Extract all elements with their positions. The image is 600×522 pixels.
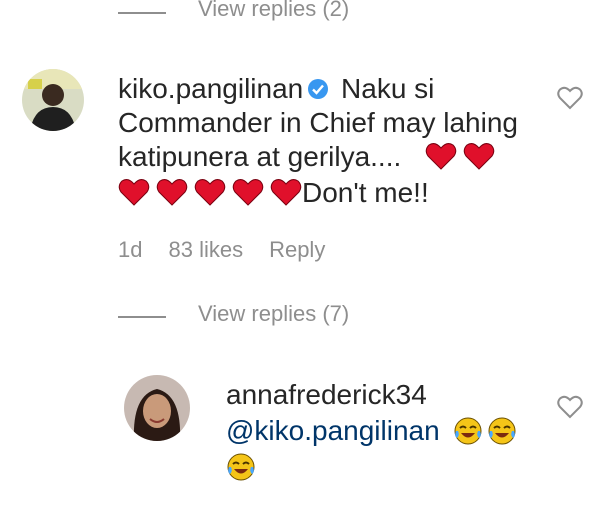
tears-of-joy-emoji-icon [453, 416, 483, 446]
comment-text-2: Commander in Chief may lahing [118, 107, 518, 138]
reply-body: annafrederick34 @kiko.pangilinan [226, 378, 546, 484]
avatar-kiko[interactable] [22, 69, 84, 131]
view-replies-top[interactable]: View replies (2) [198, 0, 349, 22]
comment-likes[interactable]: 83 likes [168, 237, 243, 262]
verified-badge-icon [307, 74, 329, 99]
view-replies-line [118, 12, 166, 14]
comment-time: 1d [118, 237, 143, 262]
view-replies-button[interactable]: View replies (7) [198, 301, 349, 327]
reply-line-2: @kiko.pangilinan [226, 414, 546, 448]
comment-text-1: Naku si [341, 73, 435, 104]
comment-line-3: katipunera at gerilya.... [118, 140, 558, 174]
heart-emoji-icon [156, 178, 188, 206]
heart-emoji-icon [270, 178, 302, 206]
reply-username[interactable]: annafrederick34 [226, 378, 546, 412]
comment-meta: 1d 83 likes Reply [118, 237, 351, 263]
avatar-anna[interactable] [124, 375, 190, 441]
heart-emoji-icon [425, 142, 457, 170]
view-replies-line [118, 316, 166, 318]
comment-text-4: Don't me!! [302, 177, 429, 208]
comment-line-1: kiko.pangilinan Naku si [118, 72, 558, 106]
tears-of-joy-emoji-icon [226, 452, 256, 482]
heart-emoji-icon [118, 178, 150, 206]
reply-button[interactable]: Reply [269, 237, 325, 262]
comment-username[interactable]: kiko.pangilinan [118, 73, 303, 104]
comment-text-3: katipunera at gerilya.... [118, 141, 402, 172]
reply-line-3 [226, 450, 546, 484]
like-heart-icon[interactable] [557, 395, 583, 419]
heart-emoji-icon [194, 178, 226, 206]
comment-line-4: Don't me!! [118, 176, 558, 210]
like-heart-icon[interactable] [557, 86, 583, 110]
reply-mention[interactable]: @kiko.pangilinan [226, 415, 440, 446]
comment-body: kiko.pangilinan Naku si Commander in Chi… [118, 72, 558, 210]
heart-emoji-icon [463, 142, 495, 170]
heart-emoji-icon [232, 178, 264, 206]
tears-of-joy-emoji-icon [487, 416, 517, 446]
